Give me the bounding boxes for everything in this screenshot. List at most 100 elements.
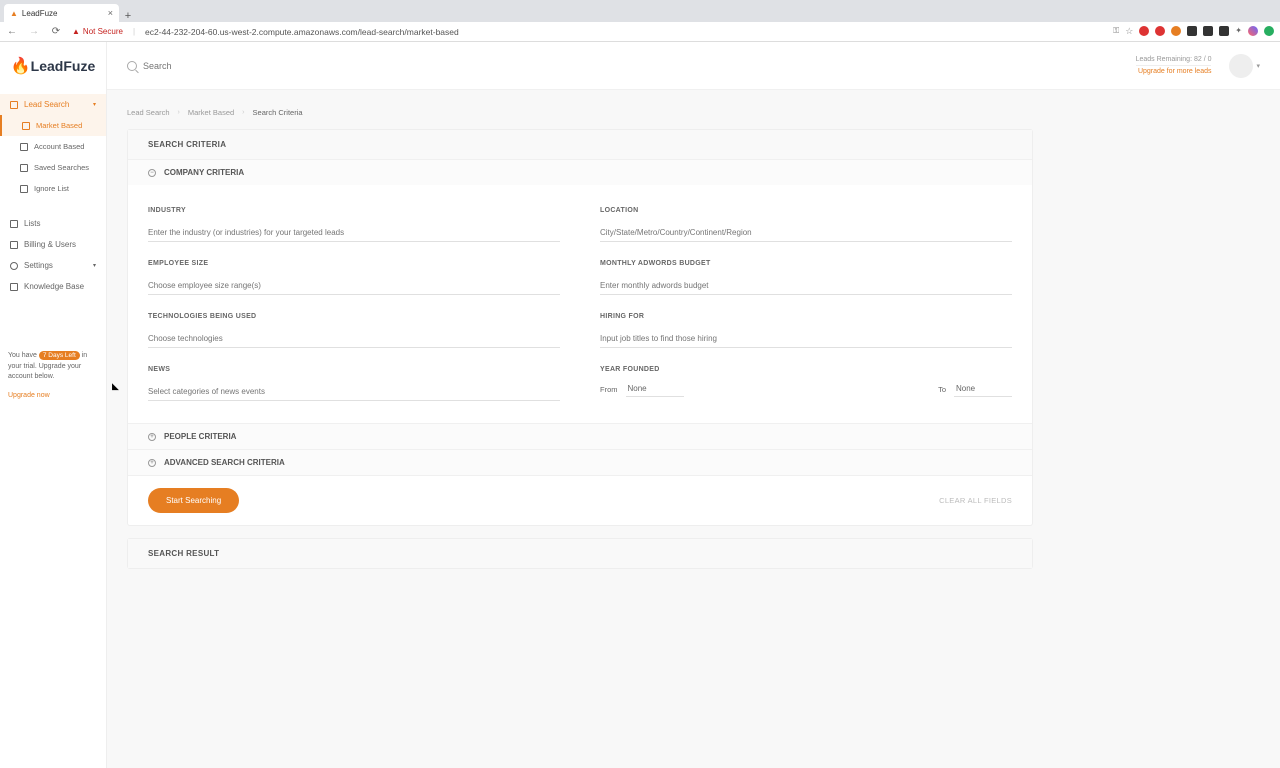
extension-icon[interactable] <box>1155 26 1165 36</box>
adwords-input[interactable] <box>600 277 1012 295</box>
security-indicator[interactable]: ▲ Not Secure <box>72 27 123 36</box>
search-icon <box>127 61 137 71</box>
logo[interactable]: 🔥 LeadFuze <box>0 42 107 90</box>
sidebar: Lead Search ▾ Market Based Account Based… <box>0 90 107 768</box>
search-result-panel: SEARCH RESULT <box>127 538 1033 569</box>
forward-button[interactable]: → <box>28 26 40 37</box>
account-icon <box>20 143 28 151</box>
trial-badge: 7 Days Left <box>39 351 80 360</box>
section-label: PEOPLE CRITERIA <box>164 432 236 441</box>
year-from-input[interactable] <box>626 381 684 397</box>
browser-url-bar: ← → ⟳ ▲ Not Secure | ec2-44-232-204-60.u… <box>0 22 1280 42</box>
chevron-down-icon: ▾ <box>93 101 96 108</box>
building-icon <box>22 122 30 130</box>
trial-prefix: You have <box>8 352 37 359</box>
breadcrumb-item[interactable]: Market Based <box>188 108 234 117</box>
breadcrumb-item[interactable]: Lead Search <box>127 108 170 117</box>
field-label: LOCATION <box>600 207 1012 214</box>
header-stats: Leads Remaining: 82 / 0 Upgrade for more… <box>1136 56 1212 75</box>
sidebar-item-settings[interactable]: Settings ▾ <box>0 255 106 276</box>
technologies-field: TECHNOLOGIES BEING USED <box>148 313 560 348</box>
extension-icon[interactable] <box>1139 26 1149 36</box>
field-label: MONTHLY ADWORDS BUDGET <box>600 260 1012 267</box>
people-criteria-toggle[interactable]: + PEOPLE CRITERIA <box>128 423 1032 449</box>
extension-icon[interactable] <box>1248 26 1258 36</box>
browser-tab[interactable]: ▲ LeadFuze × <box>4 4 119 22</box>
industry-field: INDUSTRY <box>148 207 560 242</box>
extension-icon[interactable] <box>1187 26 1197 36</box>
sidebar-item-label: Billing & Users <box>24 240 76 249</box>
sidebar-item-label: Settings <box>24 261 53 270</box>
url-text[interactable]: ec2-44-232-204-60.us-west-2.compute.amaz… <box>145 27 1103 37</box>
employee-input[interactable] <box>148 277 560 295</box>
ban-icon <box>20 185 28 193</box>
browser-tab-strip: ▲ LeadFuze × + <box>0 0 1280 22</box>
company-criteria-toggle[interactable]: − COMPANY CRITERIA <box>128 159 1032 185</box>
technologies-input[interactable] <box>148 330 560 348</box>
plus-circle-icon: + <box>148 459 156 467</box>
panel-title: SEARCH RESULT <box>128 539 1032 568</box>
gear-icon <box>10 262 18 270</box>
key-icon[interactable]: ⚿ <box>1113 26 1119 37</box>
field-label: NEWS <box>148 366 560 373</box>
field-label: EMPLOYEE SIZE <box>148 260 560 267</box>
year-to-input[interactable] <box>954 381 1012 397</box>
location-field: LOCATION <box>600 207 1012 242</box>
reload-button[interactable]: ⟳ <box>50 26 62 37</box>
sidebar-item-market-based[interactable]: Market Based <box>0 115 106 136</box>
sidebar-item-account-based[interactable]: Account Based <box>0 136 106 157</box>
hiring-input[interactable] <box>600 330 1012 348</box>
field-label: YEAR FOUNDED <box>600 366 1012 373</box>
adwords-field: MONTHLY ADWORDS BUDGET <box>600 260 1012 295</box>
header: Leads Remaining: 82 / 0 Upgrade for more… <box>107 42 1280 90</box>
advanced-criteria-toggle[interactable]: + ADVANCED SEARCH CRITERIA <box>128 449 1032 475</box>
extension-icon[interactable] <box>1203 26 1213 36</box>
puzzle-icon[interactable]: ✦ <box>1235 26 1242 37</box>
extension-icon[interactable] <box>1171 26 1181 36</box>
chevron-right-icon: › <box>178 109 180 116</box>
location-input[interactable] <box>600 224 1012 242</box>
sidebar-item-lists[interactable]: Lists <box>0 213 106 234</box>
global-search[interactable] <box>127 61 1136 71</box>
minus-circle-icon: − <box>148 169 156 177</box>
breadcrumb-item: Search Criteria <box>253 108 303 117</box>
sidebar-item-saved-searches[interactable]: Saved Searches <box>0 157 106 178</box>
back-button[interactable]: ← <box>6 26 18 37</box>
grid-icon <box>10 101 18 109</box>
sidebar-item-label: Account Based <box>34 142 84 151</box>
clear-all-button[interactable]: CLEAR ALL FIELDS <box>939 496 1012 505</box>
warning-icon: ▲ <box>72 27 80 36</box>
tab-favicon: ▲ <box>10 9 18 18</box>
start-searching-button[interactable]: Start Searching <box>148 488 239 513</box>
close-icon[interactable]: × <box>108 8 113 18</box>
sidebar-item-knowledge[interactable]: Knowledge Base <box>0 276 106 297</box>
logo-text: LeadFuze <box>31 58 96 74</box>
star-icon[interactable]: ☆ <box>1125 26 1133 37</box>
tab-title: LeadFuze <box>22 9 58 18</box>
industry-input[interactable] <box>148 224 560 242</box>
hiring-field: HIRING FOR <box>600 313 1012 348</box>
search-input[interactable] <box>143 61 260 71</box>
breadcrumb: Lead Search › Market Based › Search Crit… <box>127 90 1260 129</box>
avatar[interactable] <box>1229 54 1253 78</box>
extension-icon[interactable] <box>1264 26 1274 36</box>
billing-icon <box>10 241 18 249</box>
field-label: INDUSTRY <box>148 207 560 214</box>
year-from-label: From <box>600 385 618 394</box>
news-input[interactable] <box>148 383 560 401</box>
flame-icon: 🔥 <box>11 56 31 76</box>
sidebar-item-billing[interactable]: Billing & Users <box>0 234 106 255</box>
upgrade-now-link[interactable]: Upgrade now <box>8 391 98 402</box>
sidebar-item-label: Lists <box>24 219 40 228</box>
sidebar-item-lead-search[interactable]: Lead Search ▾ <box>0 94 106 115</box>
company-criteria-form: INDUSTRY LOCATION EMPLOYEE SIZE MONTHLY … <box>128 185 1032 423</box>
main-content: Lead Search › Market Based › Search Crit… <box>107 90 1280 768</box>
sidebar-item-label: Ignore List <box>34 184 69 193</box>
sidebar-item-ignore-list[interactable]: Ignore List <box>0 178 106 199</box>
upgrade-link[interactable]: Upgrade for more leads <box>1138 68 1212 75</box>
chevron-down-icon[interactable]: ▾ <box>1256 62 1260 70</box>
new-tab-button[interactable]: + <box>119 10 137 22</box>
action-row: Start Searching CLEAR ALL FIELDS <box>128 475 1032 525</box>
extension-icon[interactable] <box>1219 26 1229 36</box>
sidebar-item-label: Knowledge Base <box>24 282 84 291</box>
